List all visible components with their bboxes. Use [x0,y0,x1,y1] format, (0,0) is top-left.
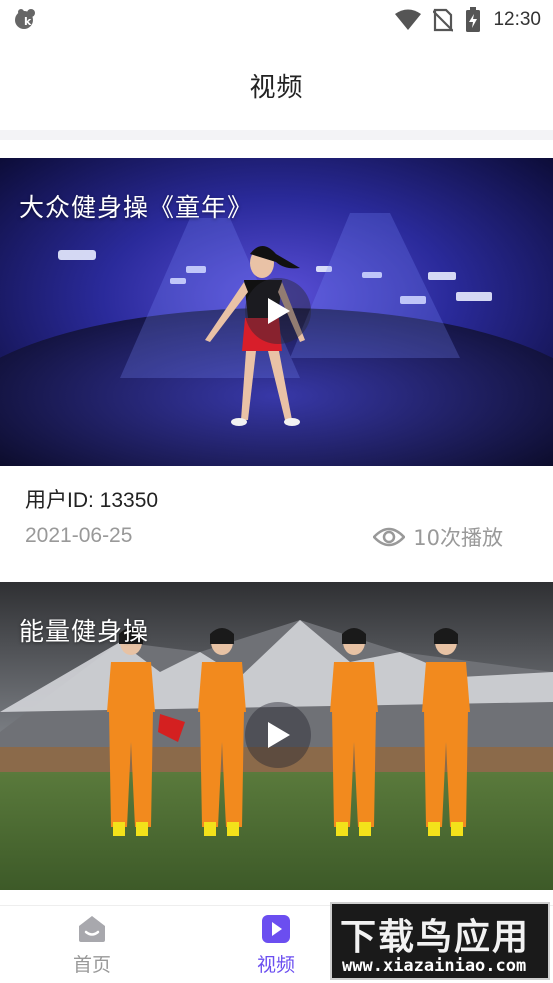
system-icons: 12:30 [395,6,541,34]
watermark-logo: 下载鸟应用 www.xiazainiao.com [330,902,550,980]
video-user-id: 用户ID: 13350 [25,489,159,512]
tab-video[interactable]: 视频 [221,914,331,980]
tab-video-label: 视频 [256,954,295,976]
page-title: 视频 [249,72,304,103]
header: 视频 [0,40,553,130]
status-time: 12:30 [493,9,541,30]
no-sim-icon [433,8,454,32]
video-card[interactable]: 能量健身操 [0,582,553,892]
video-date: 2021-06-25 [25,524,133,547]
header-divider [0,130,553,140]
home-icon [79,916,105,942]
play-button[interactable] [245,702,311,768]
status-bar: k 12:30 [0,0,553,40]
tab-home-label: 首页 [72,954,111,976]
video-card[interactable]: 大众健身操《童年》 用户ID: 13350 2021-06-25 10次播放 [0,158,553,578]
play-icon [268,298,290,324]
app-k-icon: k [15,9,35,29]
watermark-url: www.xiazainiao.com [342,956,527,976]
video-title: 能量健身操 [19,617,150,646]
eye-icon [373,527,406,547]
battery-charging-icon [466,7,481,32]
video-thumbnail[interactable]: 大众健身操《童年》 [0,158,553,466]
tab-home[interactable]: 首页 [37,914,147,980]
play-icon [268,722,290,748]
video-play-icon [262,915,290,943]
svg-text:k: k [24,15,32,28]
watermark-main-text: 下载鸟应用 [340,917,531,958]
video-thumbnail[interactable]: 能量健身操 [0,582,553,890]
video-title: 大众健身操《童年》 [19,193,254,222]
play-button[interactable] [245,278,311,344]
video-views: 10次播放 [373,522,503,552]
wifi-icon [395,9,422,30]
view-count: 10次播放 [413,526,503,550]
